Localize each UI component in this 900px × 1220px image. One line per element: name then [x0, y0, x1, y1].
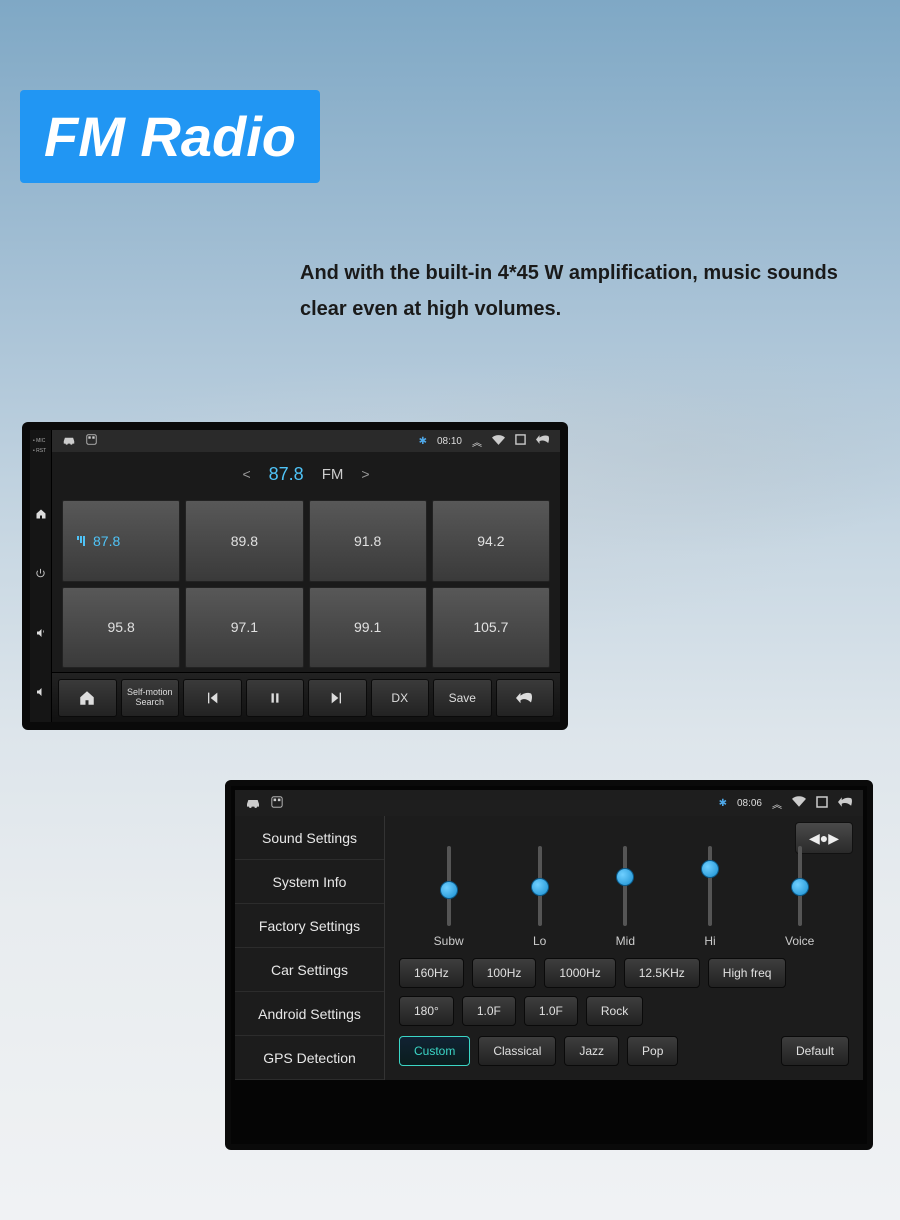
preset-classical[interactable]: Classical: [478, 1036, 556, 1066]
freq-btn-5[interactable]: High freq: [708, 958, 787, 988]
fm-radio-badge: FM Radio: [20, 90, 320, 183]
status-time: 08:10: [437, 436, 462, 447]
preset-7[interactable]: 99.1: [309, 587, 427, 669]
recent-apps-icon[interactable]: [816, 796, 828, 811]
signal-icon: [77, 536, 85, 546]
back-nav-icon[interactable]: [838, 796, 853, 811]
home-hw-button[interactable]: [30, 484, 51, 544]
preset-row: Custom Classical Jazz Pop: [399, 1036, 678, 1066]
mic-label: • MIC: [30, 436, 51, 446]
dashboard-icon: [271, 796, 283, 811]
next-track-button[interactable]: [308, 679, 367, 717]
eq-panel: ◀●▶ Subw Lo Mid Hi Voice 160Hz 100Hz 100…: [385, 816, 863, 1080]
subtitle: And with the built-in 4*45 W amplificati…: [300, 255, 860, 327]
control-bar: Self-motion Search DX Save: [52, 672, 560, 722]
expand-icon[interactable]: ︽: [472, 434, 482, 449]
menu-android-settings[interactable]: Android Settings: [235, 992, 384, 1036]
menu-sound-settings[interactable]: Sound Settings: [235, 816, 384, 860]
vol-down-hw-button[interactable]: [30, 663, 51, 723]
dashboard-icon: [86, 434, 97, 448]
next-freq-button[interactable]: >: [361, 466, 369, 482]
slider-mid[interactable]: Mid: [616, 846, 635, 948]
dx-button[interactable]: DX: [371, 679, 430, 717]
radio-device: • MIC • RST ✱ 08:10 ︽: [22, 422, 568, 730]
settings-menu: Sound Settings System Info Factory Setti…: [235, 816, 385, 1080]
freq-row: 160Hz 100Hz 1000Hz 12.5KHz High freq: [393, 954, 855, 992]
freq-btn-2[interactable]: 100Hz: [472, 958, 537, 988]
menu-system-info[interactable]: System Info: [235, 860, 384, 904]
back-button[interactable]: [496, 679, 555, 717]
preset-8[interactable]: 105.7: [432, 587, 550, 669]
expand-icon[interactable]: ︽: [772, 796, 782, 811]
preset-pop[interactable]: Pop: [627, 1036, 678, 1066]
param-row: 180° 1.0F 1.0F Rock: [393, 992, 855, 1030]
menu-gps-detection[interactable]: GPS Detection: [235, 1036, 384, 1080]
balance-button[interactable]: ◀●▶: [795, 822, 853, 854]
bluetooth-icon: ✱: [719, 798, 727, 809]
settings-device: ✱ 08:06 ︽ Sound Settings System Info Fac…: [225, 780, 873, 1150]
save-button[interactable]: Save: [433, 679, 492, 717]
status-time: 08:06: [737, 798, 762, 809]
frequency-display: < 87.8 FM >: [52, 452, 560, 496]
preset-1[interactable]: 87.8: [62, 500, 180, 582]
preset-4[interactable]: 94.2: [432, 500, 550, 582]
freq-btn-1[interactable]: 160Hz: [399, 958, 464, 988]
prev-freq-button[interactable]: <: [242, 466, 250, 482]
slider-lo[interactable]: Lo: [533, 846, 546, 948]
slider-subw[interactable]: Subw: [434, 846, 464, 948]
freq-btn-3[interactable]: 1000Hz: [544, 958, 615, 988]
menu-factory-settings[interactable]: Factory Settings: [235, 904, 384, 948]
page-title: FM Radio: [44, 105, 296, 168]
rst-label: • RST: [30, 446, 51, 456]
param-btn-2[interactable]: 1.0F: [462, 996, 516, 1026]
freq-btn-4[interactable]: 12.5KHz: [624, 958, 700, 988]
default-button[interactable]: Default: [781, 1036, 849, 1066]
wifi-icon: [492, 435, 505, 448]
preset-3[interactable]: 91.8: [309, 500, 427, 582]
preset-6[interactable]: 97.1: [185, 587, 303, 669]
car-icon: [245, 796, 261, 811]
band-label: FM: [322, 466, 344, 483]
preset-5[interactable]: 95.8: [62, 587, 180, 669]
preset-jazz[interactable]: Jazz: [564, 1036, 619, 1066]
hardware-side-buttons: • MIC • RST: [30, 430, 52, 722]
menu-car-settings[interactable]: Car Settings: [235, 948, 384, 992]
pause-button[interactable]: [246, 679, 305, 717]
recent-apps-icon[interactable]: [515, 434, 526, 448]
param-btn-4[interactable]: Rock: [586, 996, 643, 1026]
preset-2[interactable]: 89.8: [185, 500, 303, 582]
eq-sliders: Subw Lo Mid Hi Voice: [393, 824, 855, 954]
statusbar: ✱ 08:06 ︽: [235, 790, 863, 816]
home-button[interactable]: [58, 679, 117, 717]
car-icon: [62, 434, 76, 448]
back-nav-icon[interactable]: [536, 434, 550, 448]
power-hw-button[interactable]: [30, 544, 51, 604]
preset-custom[interactable]: Custom: [399, 1036, 470, 1066]
auto-search-button[interactable]: Self-motion Search: [121, 679, 180, 717]
param-btn-1[interactable]: 180°: [399, 996, 454, 1026]
bluetooth-icon: ✱: [419, 436, 427, 447]
wifi-icon: [792, 796, 806, 810]
param-btn-3[interactable]: 1.0F: [524, 996, 578, 1026]
current-frequency: 87.8: [269, 464, 304, 485]
slider-hi[interactable]: Hi: [704, 846, 715, 948]
preset-grid: 87.8 89.8 91.8 94.2 95.8 97.1 99.1 105.7: [52, 496, 560, 672]
statusbar: ✱ 08:10 ︽: [52, 430, 560, 452]
slider-voice[interactable]: Voice: [785, 846, 814, 948]
prev-track-button[interactable]: [183, 679, 242, 717]
vol-up-hw-button[interactable]: [30, 603, 51, 663]
